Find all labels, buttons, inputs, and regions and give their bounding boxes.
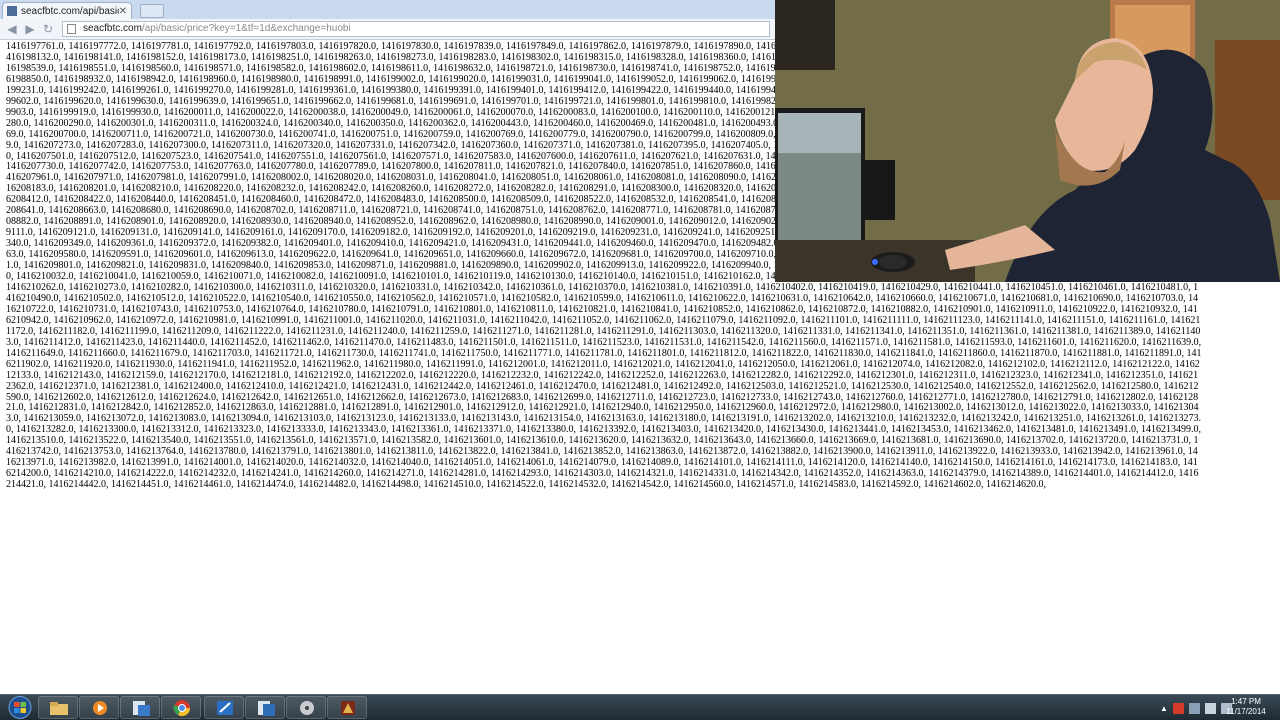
taskbar-documents[interactable]: [245, 696, 285, 719]
address-bar[interactable]: seacfbtc.com/api/basic/price?key=1&tf=1d…: [62, 21, 770, 37]
url-path: /api/basic/price?key=1&tf=1d&exchange=hu…: [141, 23, 351, 34]
clock[interactable]: 1:47 PM 11/17/2014: [1219, 697, 1273, 717]
game-icon: [341, 701, 355, 715]
chrome-icon: [173, 700, 191, 717]
new-tab-button[interactable]: [140, 4, 164, 18]
webcam-overlay: [775, 0, 1280, 282]
taskbar-editor[interactable]: [204, 696, 244, 719]
taskbar-disc[interactable]: [286, 696, 326, 719]
tab-title: seacfbtc.com/api/basic/p: [21, 5, 119, 17]
taskbar-chrome[interactable]: [161, 696, 201, 719]
forward-icon[interactable]: ▶: [22, 22, 38, 36]
taskbar-media-player[interactable]: [79, 696, 119, 719]
clock-date: 11/17/2014: [1226, 707, 1266, 716]
browser-toolbar: ◀ ▶ ↻ seacfbtc.com/api/basic/price?key=1…: [0, 19, 775, 40]
page-icon: [67, 24, 76, 34]
url-host: seacfbtc.com: [83, 23, 142, 34]
folder-icon: [50, 702, 68, 715]
taskbar-game[interactable]: [327, 696, 367, 719]
network-icon[interactable]: [1188, 702, 1200, 714]
tray-expand-icon[interactable]: ▲: [1160, 704, 1168, 713]
media-player-icon: [93, 701, 107, 715]
windows-logo-icon: [8, 696, 32, 719]
clock-time: 1:47 PM: [1231, 697, 1261, 706]
documents-icon: [258, 701, 275, 716]
webcam-image: [775, 0, 1280, 282]
back-icon[interactable]: ◀: [4, 22, 20, 36]
favicon-icon: [7, 6, 17, 16]
tab-strip: seacfbtc.com/api/basic/p ✕: [0, 0, 775, 19]
taskbar: ▲ 1:47 PM 11/17/2014: [0, 694, 1280, 720]
taskbar-file-manager[interactable]: [120, 696, 160, 719]
start-button[interactable]: [3, 695, 37, 720]
reload-icon[interactable]: ↻: [40, 22, 56, 36]
taskbar-file-explorer[interactable]: [38, 696, 78, 719]
close-tab-icon[interactable]: ✕: [119, 6, 127, 17]
disc-icon: [300, 701, 314, 715]
action-center-icon[interactable]: [1204, 702, 1216, 714]
file-manager-icon: [133, 701, 150, 716]
tray-app-icon[interactable]: [1172, 702, 1184, 714]
browser-tab[interactable]: seacfbtc.com/api/basic/p ✕: [2, 2, 132, 19]
editor-icon: [217, 701, 233, 715]
